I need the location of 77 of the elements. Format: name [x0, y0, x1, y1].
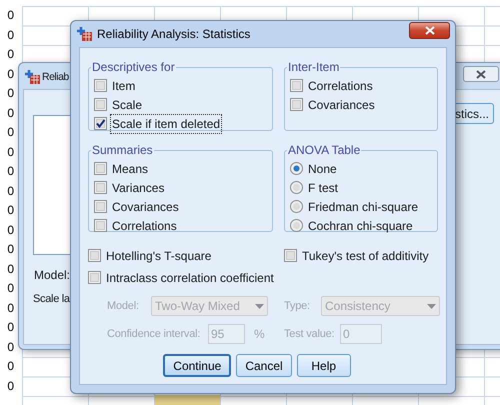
checkbox[interactable] [94, 162, 107, 175]
close-icon [424, 26, 434, 35]
checkbox-label: Means [111, 160, 150, 178]
radio-button[interactable] [290, 219, 303, 232]
checkbox-label: Correlations [111, 218, 178, 234]
checkbox[interactable] [284, 249, 297, 262]
row-number: 0 [6, 124, 14, 141]
row-number: 0 [6, 338, 14, 356]
row-number: 0 [6, 241, 14, 258]
group-title: ANOVA Table [287, 142, 362, 159]
row-number: 0 [6, 358, 14, 375]
checkbox-label: Variances [111, 180, 166, 196]
field-label: Confidence interval: [107, 326, 202, 342]
checkbox[interactable] [94, 79, 107, 92]
caret-icon [255, 304, 264, 308]
row-number: 0 [6, 7, 14, 24]
checkbox-label: Hotelling's T-square [105, 248, 212, 264]
row-number: 0 [6, 300, 14, 316]
close-button[interactable] [463, 66, 499, 82]
caret-icon [427, 304, 436, 308]
radio-button[interactable] [290, 162, 303, 175]
close-icon [476, 70, 486, 78]
row-number: 0 [6, 66, 14, 82]
checkbox[interactable] [94, 181, 107, 194]
row-number: 0 [6, 378, 14, 394]
row-number: 0 [6, 144, 14, 160]
group-title: Inter-Item [287, 59, 340, 76]
radio-label: None [307, 160, 338, 178]
checkbox[interactable] [290, 79, 303, 92]
row-number: 0 [6, 182, 14, 200]
group-title: Summaries [91, 142, 154, 159]
radio-button[interactable] [290, 181, 303, 194]
checkbox[interactable] [88, 249, 101, 262]
window-title: Reliab [42, 70, 69, 85]
row-number: 0 [6, 202, 14, 219]
row-number: 0 [6, 319, 14, 336]
checkbox[interactable] [94, 98, 107, 111]
checkbox[interactable] [94, 200, 107, 213]
row-number: 0 [6, 26, 14, 44]
row-number: 0 [6, 46, 14, 63]
radio-label: Cochran chi-square [307, 218, 414, 234]
app-icon [77, 26, 93, 42]
group-title: Descriptives for [91, 59, 176, 76]
selected-cell [155, 395, 220, 405]
row-number: 0 [6, 163, 14, 180]
row-number: 0 [6, 260, 14, 278]
row-number: 0 [6, 85, 14, 102]
app-icon [25, 69, 41, 85]
checkbox-label: Tukey's test of additivity [301, 248, 430, 264]
radio-label: Friedman chi-square [307, 198, 420, 216]
checkbox[interactable] [94, 219, 107, 232]
field-label: Test value: [284, 326, 336, 342]
checkbox-label: Covariances [307, 96, 376, 114]
window-title: Reliability Analysis: Statistics [97, 26, 250, 43]
checkbox[interactable] [88, 271, 101, 284]
radio-label: F test [307, 180, 340, 196]
row-number: 0 [6, 280, 14, 297]
checkbox-label: Item [111, 78, 136, 94]
scale-label: Scale la [33, 292, 70, 307]
dialog-button[interactable]: Help [296, 354, 351, 377]
checkbox-label: Scale if item deleted [111, 114, 222, 132]
radio-button[interactable] [290, 200, 303, 213]
close-button[interactable] [409, 22, 450, 39]
checkbox-label: Intraclass correlation coefficient [105, 270, 275, 286]
field-label: Model: [107, 298, 140, 314]
dialog-button[interactable]: Cancel [236, 354, 292, 377]
checkbox[interactable] [290, 98, 303, 111]
row-number: 0 [6, 104, 14, 122]
dialog-button[interactable]: Continue [163, 354, 232, 377]
checkbox-label: Scale [111, 96, 144, 114]
checkbox-label: Correlations [307, 78, 374, 94]
field-label: Type: [284, 298, 311, 314]
model-label: Model: [34, 267, 70, 284]
checkbox-label: Covariances [111, 198, 180, 216]
unit-label: % [254, 326, 265, 343]
row-number: 0 [6, 222, 14, 238]
checkbox[interactable] [94, 117, 107, 130]
